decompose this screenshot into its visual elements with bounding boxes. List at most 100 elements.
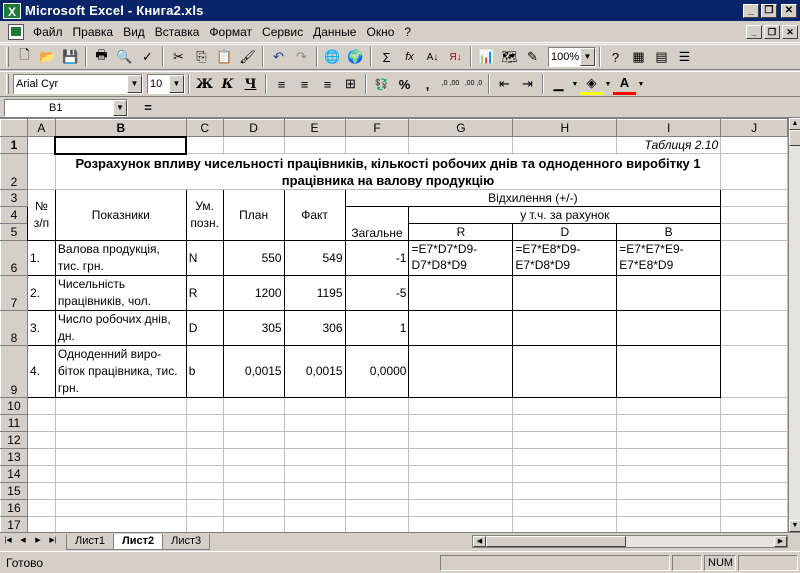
chevron-down-icon[interactable]: ▼ [127,75,142,93]
cell[interactable] [512,464,618,483]
row-header-16[interactable]: 16 [0,498,28,517]
hyperlink-icon[interactable]: 🌐 [321,46,344,68]
row-header-17[interactable]: 17 [0,515,28,532]
cell[interactable] [222,447,285,466]
italic-button[interactable]: К [216,73,239,95]
row-header-3[interactable]: 3 [0,188,28,207]
header-deviation[interactable]: Відхилення (+/-) [344,188,722,207]
menu-format[interactable]: Формат [204,22,257,42]
equals-sign[interactable]: = [128,100,168,115]
row-header-15[interactable]: 15 [0,481,28,500]
cell[interactable] [616,515,722,532]
merge-center-icon[interactable]: ⊞ [339,73,362,95]
cell[interactable] [54,396,187,415]
cell[interactable] [344,447,410,466]
row3-plan[interactable]: 305 [222,309,285,346]
name-box[interactable]: B1 ▼ [4,98,128,117]
header-including[interactable]: у т.ч. за рахунок [408,205,722,224]
cell-j4[interactable] [720,205,788,224]
row-header-9[interactable]: 9 [0,344,28,398]
close-button[interactable]: ✕ [781,3,797,18]
first-sheet-icon[interactable]: |◀ [1,535,15,549]
cell-e1[interactable] [283,136,346,154]
cell[interactable] [616,498,722,517]
doc-close-button[interactable]: ✕ [782,24,798,39]
scroll-right-icon[interactable]: ▶ [774,536,787,547]
menu-file[interactable]: Файл [28,22,68,42]
cell-b1-selected[interactable] [54,135,188,155]
open-icon[interactable]: 📂 [36,46,59,68]
function-icon[interactable]: fx [398,46,421,68]
header-sub-b[interactable]: B [616,222,722,241]
cell[interactable] [512,481,618,500]
cell[interactable] [283,481,346,500]
table-icon[interactable]: ▤ [650,46,673,68]
row-header-5[interactable]: 5 [0,222,28,241]
cell[interactable] [408,498,514,517]
print-icon[interactable]: 🖶 [90,46,113,68]
undo-icon[interactable]: ↶ [267,46,290,68]
cell[interactable] [408,481,514,500]
cell[interactable] [344,464,410,483]
header-sub-d[interactable]: D [512,222,618,241]
workbook-icon[interactable] [8,23,24,40]
row1-plan[interactable]: 550 [222,239,285,276]
header-fact[interactable]: Факт [283,188,346,241]
cell[interactable] [344,413,410,432]
paste-icon[interactable]: 📋 [213,46,236,68]
row2-num[interactable]: 2. [26,274,56,311]
chart-wizard-icon[interactable]: 📊 [475,46,498,68]
cell-a2[interactable] [26,153,56,190]
row1-fact[interactable]: 549 [283,239,346,276]
cell[interactable] [54,515,187,532]
row3-b[interactable] [616,309,722,346]
cell[interactable] [185,396,224,415]
row4-total[interactable]: 0,0000 [344,344,410,398]
font-color-icon[interactable]: A [613,73,636,95]
cell[interactable] [54,464,187,483]
cell[interactable] [185,498,224,517]
cell[interactable] [185,481,224,500]
menu-data[interactable]: Данные [308,22,361,42]
cell[interactable] [283,430,346,449]
cell[interactable] [616,481,722,500]
currency-icon[interactable]: 💱 [370,73,393,95]
cell[interactable] [222,498,285,517]
cell[interactable] [185,515,224,532]
col-header-j[interactable]: J [720,119,788,137]
row4-fact[interactable]: 0,0015 [283,344,346,398]
percent-button[interactable]: % [393,73,416,95]
bold-button[interactable]: Ж [193,73,216,95]
row-header-10[interactable]: 10 [0,396,28,415]
row4-b[interactable] [616,344,722,398]
cell-d1[interactable] [222,136,285,154]
col-header-f[interactable]: F [344,119,410,137]
row3-fact[interactable]: 306 [283,309,346,346]
cell[interactable] [720,498,788,517]
header-unit[interactable]: Ум. позн. [185,188,224,241]
cell[interactable] [720,464,788,483]
row3-d[interactable] [512,309,618,346]
row-header-12[interactable]: 12 [0,430,28,449]
cell[interactable] [222,464,285,483]
cell[interactable] [720,430,788,449]
cell[interactable] [344,515,410,532]
row-header-1[interactable]: 1 [0,136,28,154]
header-num[interactable]: № з/п [26,188,56,241]
horizontal-scrollbar[interactable]: ◀ ▶ [472,535,788,548]
new-icon[interactable]: 🗋 [13,46,36,68]
row-header-4[interactable]: 4 [0,205,28,224]
col-header-a[interactable]: A [26,119,56,137]
sheet-tab-3[interactable]: Лист3 [162,533,211,550]
header-plan[interactable]: План [222,188,285,241]
header-indicator[interactable]: Показники [54,188,187,241]
cell[interactable] [408,515,514,532]
menu-insert[interactable]: Вставка [150,22,205,42]
cell-a1[interactable] [26,136,56,154]
chevron-down-icon[interactable]: ▼ [169,75,184,93]
borders-dropdown-icon[interactable]: ▼ [570,73,580,95]
cell[interactable] [344,430,410,449]
col-header-g[interactable]: G [408,119,514,137]
map-icon[interactable]: 🗺 [498,46,521,68]
cell-j8[interactable] [720,309,788,346]
